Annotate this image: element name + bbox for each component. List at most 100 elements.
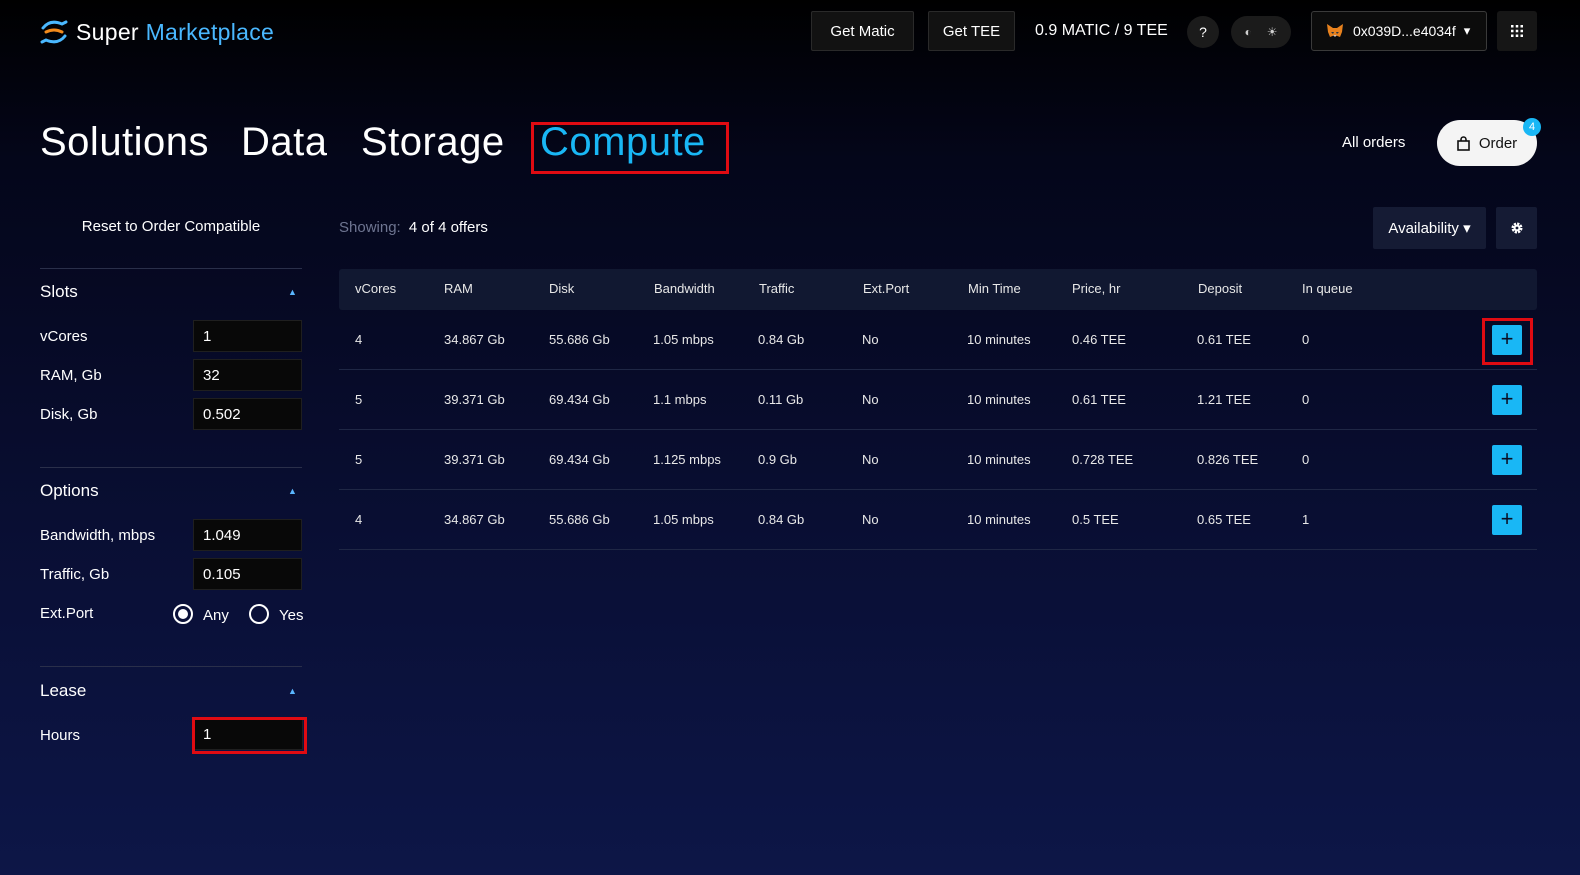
availability-dropdown[interactable]: Availability ▾ xyxy=(1373,207,1486,249)
order-button[interactable]: Order xyxy=(1437,120,1537,166)
hours-label: Hours xyxy=(40,727,81,744)
table-cell: 55.686 Gb xyxy=(549,512,610,527)
column-header[interactable]: vCores xyxy=(355,281,396,296)
column-header[interactable]: Deposit xyxy=(1198,281,1242,296)
shopping-bag-icon xyxy=(1457,135,1470,151)
table-cell: 1 xyxy=(1302,512,1310,527)
table-cell: 10 minutes xyxy=(967,392,1031,407)
get-tee-button[interactable]: Get TEE xyxy=(928,11,1015,51)
tab-storage[interactable]: Storage xyxy=(361,120,505,165)
table-cell: 4 xyxy=(355,512,363,527)
showing-label: Showing: xyxy=(339,219,401,236)
table-cell: 0 xyxy=(1302,452,1310,467)
results-count: Showing: 4 of 4 offers xyxy=(339,219,488,236)
help-button[interactable]: ? xyxy=(1187,16,1219,48)
reset-filters-button[interactable]: Reset to Order Compatible xyxy=(40,218,302,235)
grid-menu-icon xyxy=(1511,25,1523,37)
bandwidth-label: Bandwidth, mbps xyxy=(40,527,156,544)
plus-icon: + xyxy=(1500,446,1514,471)
table-row: 4 34.867 Gb 55.686 Gb 1.05 mbps 0.84 Gb … xyxy=(339,490,1537,550)
column-header[interactable]: Disk xyxy=(549,281,574,296)
lease-section-title[interactable]: Lease xyxy=(40,681,86,701)
table-cell: 0.61 TEE xyxy=(1072,392,1126,407)
ext-port-any-label: Any xyxy=(203,607,229,624)
table-cell: 5 xyxy=(355,452,363,467)
options-section-title[interactable]: Options xyxy=(40,481,99,501)
logo[interactable]: Super Marketplace xyxy=(40,18,274,46)
table-cell: No xyxy=(862,452,879,467)
table-cell: 0 xyxy=(1302,332,1310,347)
table-cell: 5 xyxy=(355,392,363,407)
gear-icon xyxy=(1511,222,1522,234)
table-header: vCores RAM Disk Bandwidth Traffic Ext.Po… xyxy=(339,269,1537,310)
table-cell: 0.84 Gb xyxy=(758,512,805,527)
highlight-hours-input xyxy=(192,717,307,754)
column-header[interactable]: Ext.Port xyxy=(863,281,909,296)
all-orders-link[interactable]: All orders xyxy=(1342,134,1405,151)
highlight-compute-tab xyxy=(531,122,729,174)
order-count-badge: 4 xyxy=(1523,118,1541,136)
sun-icon: ☀ xyxy=(1266,25,1278,39)
slots-section-title[interactable]: Slots xyxy=(40,282,78,302)
traffic-input[interactable]: 0.105 xyxy=(193,558,302,590)
column-header[interactable]: Min Time xyxy=(968,281,1021,296)
table-cell: No xyxy=(862,512,879,527)
plus-icon: + xyxy=(1500,386,1514,411)
table-cell: 1.125 mbps xyxy=(653,452,721,467)
theme-toggle[interactable]: ◐ ☀ xyxy=(1231,16,1291,48)
question-icon: ? xyxy=(1199,24,1207,40)
table-row: 5 39.371 Gb 69.434 Gb 1.1 mbps 0.11 Gb N… xyxy=(339,370,1537,430)
table-cell: 55.686 Gb xyxy=(549,332,610,347)
apps-menu-button[interactable] xyxy=(1497,11,1537,51)
table-cell: 10 minutes xyxy=(967,332,1031,347)
chevron-down-icon: ▾ xyxy=(1463,23,1471,38)
add-offer-button[interactable]: + xyxy=(1492,505,1522,535)
chevron-up-icon[interactable]: ▲ xyxy=(288,686,297,696)
disk-label: Disk, Gb xyxy=(40,406,98,423)
logo-text: Super Marketplace xyxy=(76,19,274,46)
highlight-add-button xyxy=(1482,318,1533,365)
table-cell: 10 minutes xyxy=(967,452,1031,467)
table-cell: 34.867 Gb xyxy=(444,332,505,347)
ext-port-any-radio[interactable] xyxy=(173,604,193,624)
ext-port-yes-radio[interactable] xyxy=(249,604,269,624)
table-settings-button[interactable] xyxy=(1496,207,1537,249)
ram-label: RAM, Gb xyxy=(40,367,102,384)
wallet-button[interactable]: 0x039D...e4034f ▾ xyxy=(1311,11,1487,51)
column-header[interactable]: Price, hr xyxy=(1072,281,1120,296)
table-cell: 34.867 Gb xyxy=(444,512,505,527)
table-cell: No xyxy=(862,392,879,407)
column-header[interactable]: In queue xyxy=(1302,281,1353,296)
logo-icon xyxy=(40,20,68,44)
table-cell: 1.1 mbps xyxy=(653,392,707,407)
table-cell: 39.371 Gb xyxy=(444,452,505,467)
add-offer-button[interactable]: + xyxy=(1492,445,1522,475)
disk-input[interactable]: 0.502 xyxy=(193,398,302,430)
chevron-up-icon[interactable]: ▲ xyxy=(288,287,297,297)
table-cell: 0.9 Gb xyxy=(758,452,798,467)
table-row: 5 39.371 Gb 69.434 Gb 1.125 mbps 0.9 Gb … xyxy=(339,430,1537,490)
vcores-label: vCores xyxy=(40,328,88,345)
add-offer-button[interactable]: + xyxy=(1492,385,1522,415)
column-header[interactable]: RAM xyxy=(444,281,473,296)
ram-input[interactable]: 32 xyxy=(193,359,302,391)
chevron-up-icon[interactable]: ▲ xyxy=(288,486,297,496)
bandwidth-input[interactable]: 1.049 xyxy=(193,519,302,551)
order-label: Order xyxy=(1478,134,1518,152)
tab-data[interactable]: Data xyxy=(241,120,328,165)
get-matic-button[interactable]: Get Matic xyxy=(811,11,914,51)
vcores-input[interactable]: 1 xyxy=(193,320,302,352)
column-header[interactable]: Bandwidth xyxy=(654,281,715,296)
divider xyxy=(40,467,302,468)
metamask-fox-icon xyxy=(1327,24,1343,37)
column-header[interactable]: Traffic xyxy=(759,281,794,296)
table-cell: 69.434 Gb xyxy=(549,392,610,407)
table-cell: 10 minutes xyxy=(967,512,1031,527)
table-cell: 0.11 Gb xyxy=(758,392,804,407)
table-cell: 0.65 TEE xyxy=(1197,512,1251,527)
table-cell: 0.826 TEE xyxy=(1197,452,1259,467)
table-row: 4 34.867 Gb 55.686 Gb 1.05 mbps 0.84 Gb … xyxy=(339,310,1537,370)
table-cell: 0.46 TEE xyxy=(1072,332,1126,347)
divider xyxy=(40,666,302,667)
tab-solutions[interactable]: Solutions xyxy=(40,120,209,165)
